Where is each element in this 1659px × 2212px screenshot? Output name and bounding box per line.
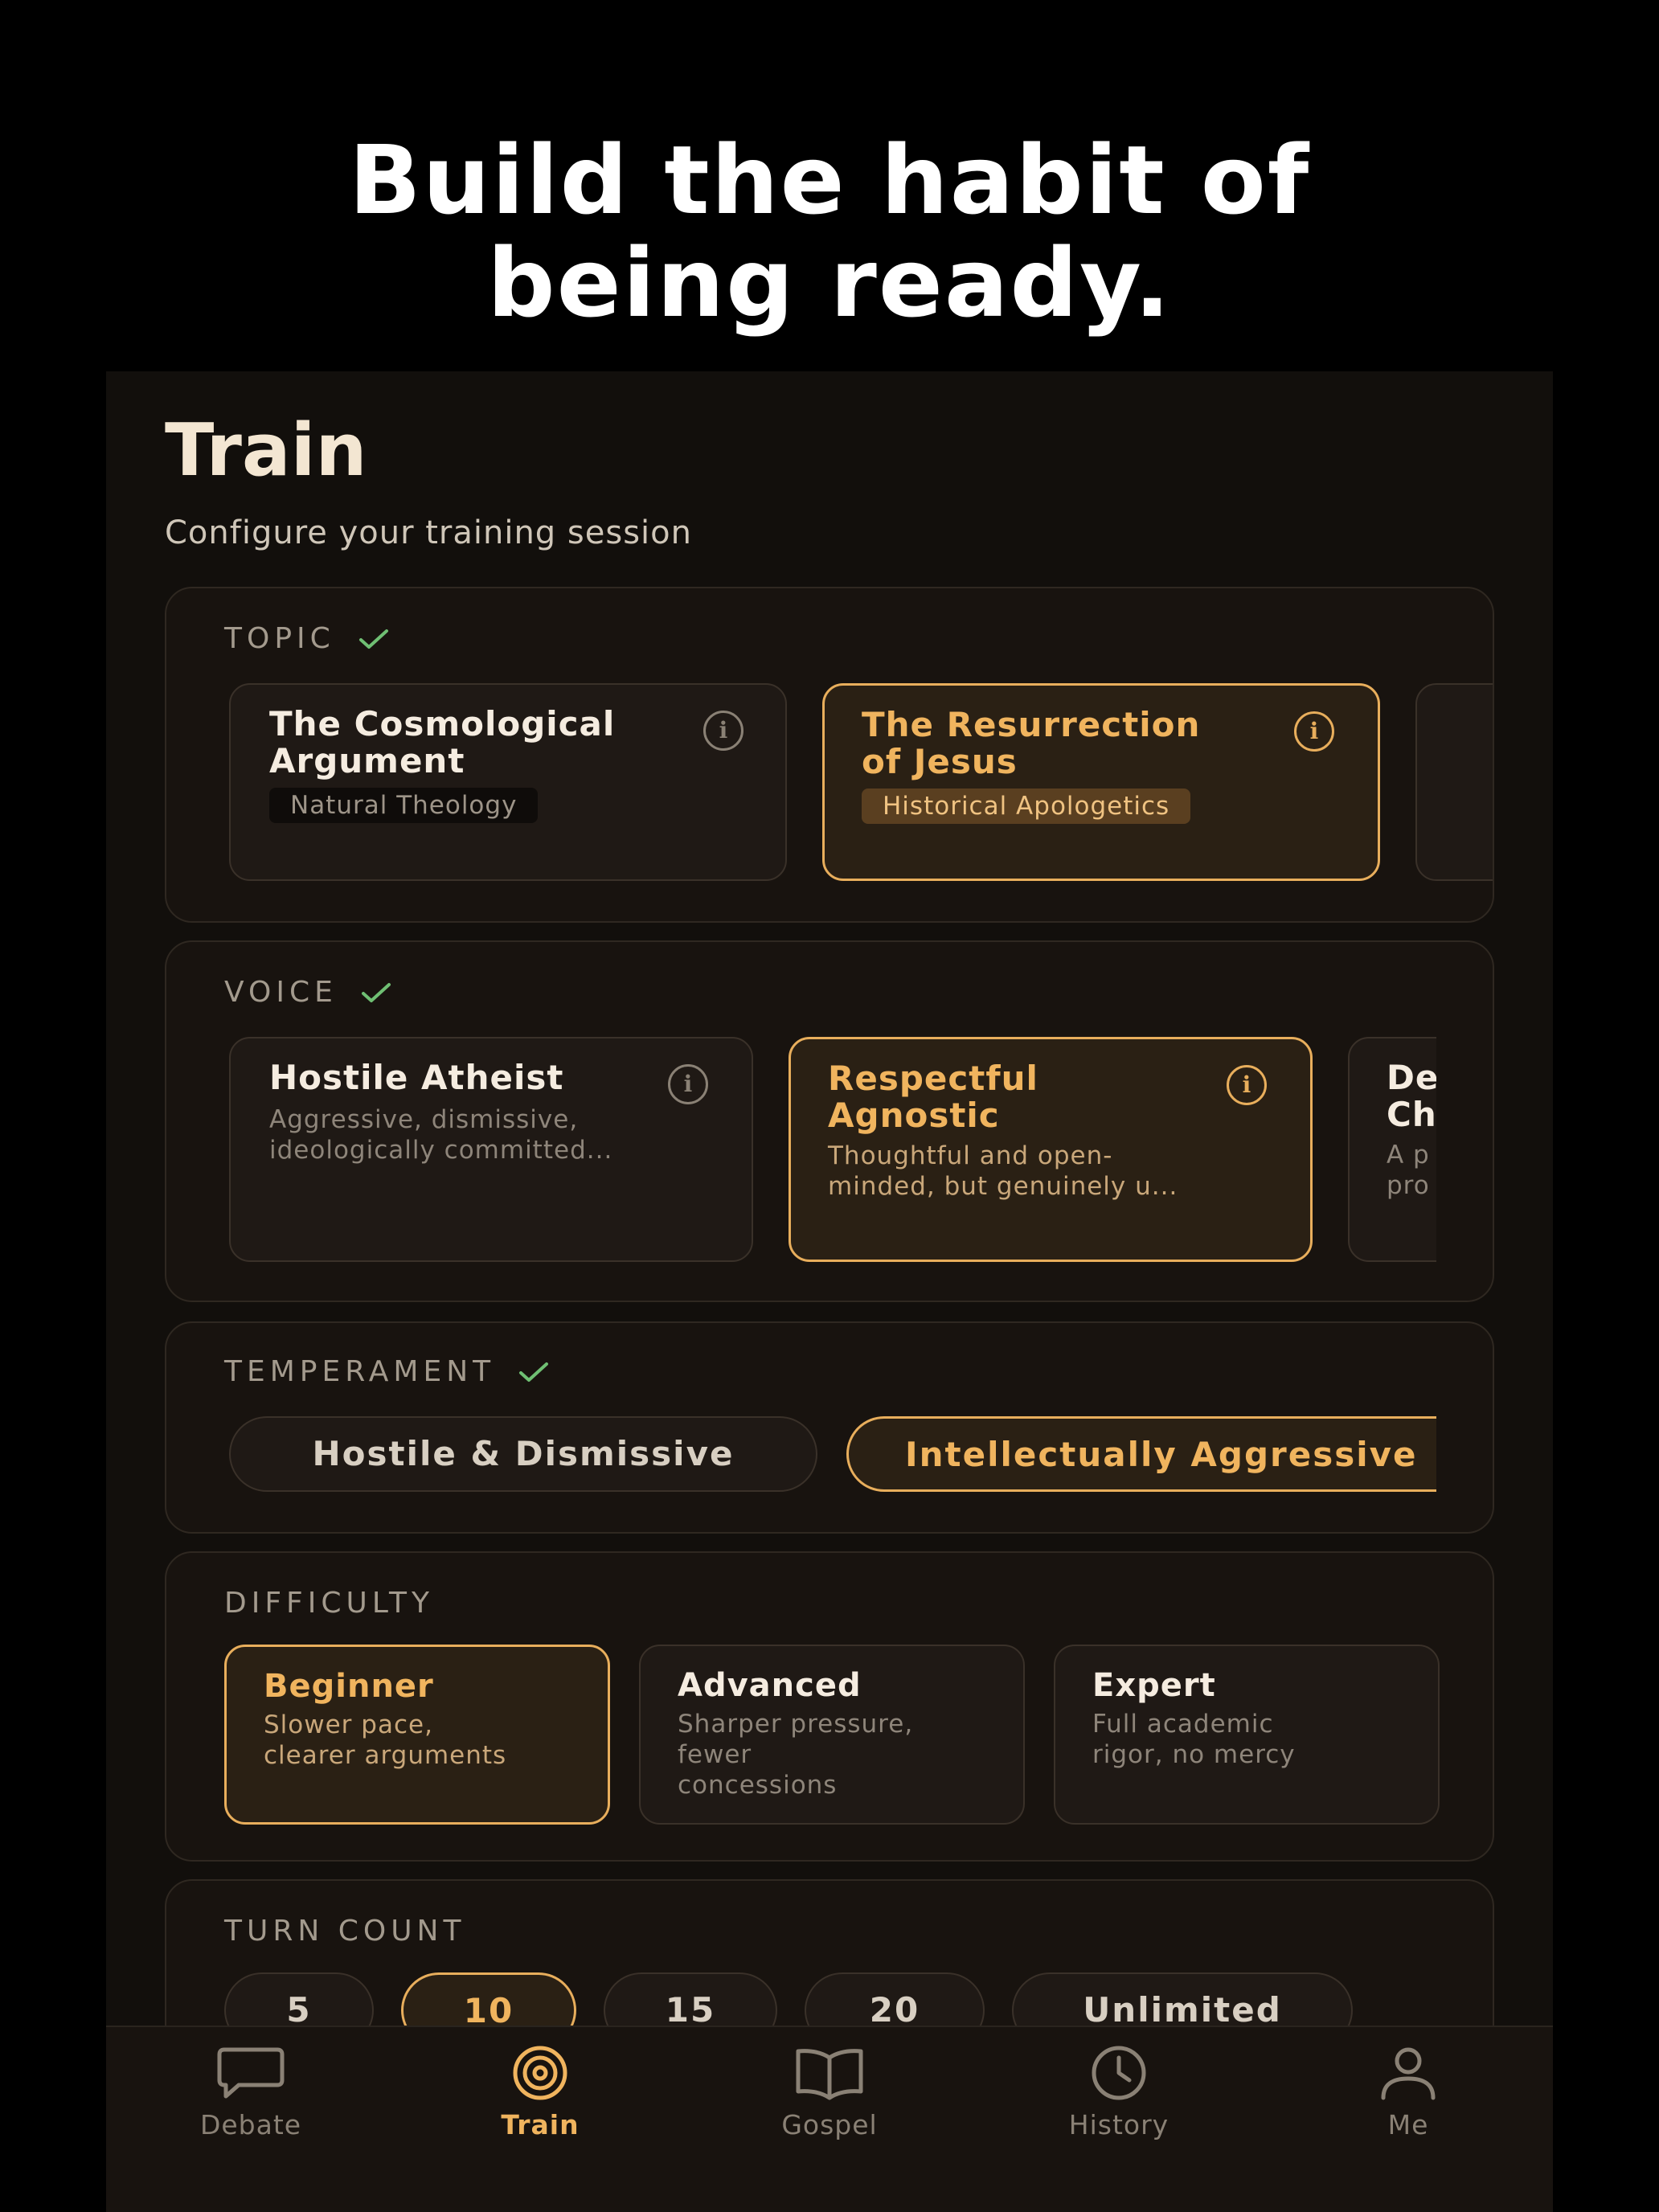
tab-label: Debate	[199, 2109, 302, 2140]
voice-label-text: VOICE	[224, 976, 338, 1009]
topic-card-title-line-1: The Cosmological	[269, 704, 616, 743]
topic-card-title-line-2: of Jesus	[862, 742, 1018, 781]
voice-card-next[interactable]: De Ch A p pro	[1348, 1037, 1436, 1262]
turn-option-unlimited[interactable]: Unlimited	[1012, 1972, 1353, 2026]
difficulty-desc-line-2: fewer	[678, 1740, 752, 1769]
app-screen: Train Configure your training session TO…	[106, 371, 1553, 2212]
voice-card-respectful-agnostic[interactable]: Respectful Agnostic i Thoughtful and ope…	[789, 1037, 1313, 1262]
voice-card-desc-line-2: pro	[1387, 1171, 1430, 1200]
tab-me[interactable]: Me	[1312, 2045, 1505, 2140]
turn-option-15[interactable]: 15	[604, 1972, 777, 2026]
temperament-label: TEMPERAMENT	[224, 1355, 550, 1388]
headline-line-2: being ready.	[487, 227, 1172, 338]
voice-card-title-line-2: Ch	[1387, 1095, 1436, 1134]
difficulty-title: Advanced	[678, 1667, 862, 1704]
topic-category-tag: Natural Theology	[269, 788, 539, 823]
turn-option-20[interactable]: 20	[805, 1972, 985, 2026]
voice-card-desc-line-1: Thoughtful and open-	[828, 1141, 1113, 1170]
page-title: Train	[165, 408, 367, 493]
voice-card-title-line-1: De	[1387, 1058, 1436, 1097]
clock-icon	[1092, 2046, 1146, 2100]
voice-card-desc-line-1: Aggressive, dismissive,	[269, 1105, 579, 1134]
tab-train[interactable]: Train	[444, 2045, 637, 2140]
difficulty-title: Expert	[1092, 1667, 1216, 1704]
topic-card-title-line-2: Argument	[269, 741, 465, 780]
voice-card-title: Hostile Atheist	[269, 1058, 564, 1097]
voice-card-desc-line-2: minded, but genuinely u...	[828, 1172, 1178, 1201]
tab-label: History	[1068, 2109, 1169, 2140]
topic-card-next[interactable]	[1415, 683, 1493, 881]
difficulty-desc-line-1: Sharper pressure,	[678, 1710, 914, 1739]
headline: Build the habit of being ready.	[0, 129, 1659, 334]
check-icon	[361, 982, 391, 1002]
voice-label: VOICE	[224, 976, 392, 1009]
difficulty-option-advanced[interactable]: Advanced Sharper pressure, fewer concess…	[639, 1645, 1025, 1825]
difficulty-option-beginner[interactable]: Beginner Slower pace, clearer arguments	[224, 1645, 610, 1825]
difficulty-desc-line-2: rigor, no mercy	[1092, 1740, 1296, 1769]
topic-label: TOPIC	[224, 622, 390, 655]
tab-label: Me	[1387, 2109, 1429, 2140]
temperament-option-intellectual[interactable]: Intellectually Aggressive	[846, 1416, 1436, 1492]
chat-bubble-icon	[217, 2047, 285, 2099]
voice-section: VOICE Hostile Atheist i Aggressive, dism…	[165, 940, 1494, 1302]
difficulty-label: DIFFICULTY	[224, 1587, 434, 1620]
topic-card-resurrection[interactable]: The Resurrection of Jesus i Historical A…	[822, 683, 1380, 881]
info-icon[interactable]: i	[1294, 711, 1334, 752]
tab-label: Gospel	[781, 2109, 878, 2140]
topic-card-cosmological[interactable]: The Cosmological Argument i Natural Theo…	[229, 683, 787, 881]
voice-card-hostile-atheist[interactable]: Hostile Atheist i Aggressive, dismissive…	[229, 1037, 753, 1262]
topic-label-text: TOPIC	[224, 622, 335, 655]
open-book-icon	[796, 2049, 863, 2100]
topic-carousel[interactable]: The Cosmological Argument i Natural Theo…	[166, 683, 1493, 884]
voice-card-desc-line-2: ideologically committed...	[269, 1136, 613, 1165]
topic-section: TOPIC The Cosmological Argument i Natura…	[165, 587, 1494, 923]
voice-card-title-line-1: Respectful	[828, 1059, 1038, 1098]
train-scroll-view[interactable]: Train Configure your training session TO…	[106, 371, 1553, 2026]
tab-label: Train	[501, 2109, 580, 2140]
difficulty-desc-line-2: clearer arguments	[264, 1741, 507, 1770]
bottom-tab-bar: Debate Train Gospel History Me	[106, 2026, 1553, 2212]
temperament-chips[interactable]: Hostile & Dismissive Intellectually Aggr…	[166, 1416, 1436, 1497]
headline-line-1: Build the habit of	[348, 125, 1311, 236]
difficulty-desc-line-1: Slower pace,	[264, 1710, 433, 1739]
temperament-section: TEMPERAMENT Hostile & Dismissive Intelle…	[165, 1321, 1494, 1534]
person-icon	[1381, 2047, 1436, 2100]
difficulty-option-expert[interactable]: Expert Full academic rigor, no mercy	[1054, 1645, 1440, 1825]
check-icon	[358, 629, 388, 649]
difficulty-title: Beginner	[264, 1668, 434, 1705]
voice-carousel[interactable]: Hostile Atheist i Aggressive, dismissive…	[166, 1037, 1436, 1265]
temperament-option-hostile[interactable]: Hostile & Dismissive	[229, 1416, 817, 1492]
page-subtitle: Configure your training session	[165, 514, 692, 551]
voice-card-title-line-2: Agnostic	[828, 1096, 1000, 1135]
difficulty-desc-line-3: concessions	[678, 1771, 838, 1800]
target-icon	[513, 2046, 567, 2100]
difficulty-desc-line-1: Full academic	[1092, 1710, 1274, 1739]
tab-gospel[interactable]: Gospel	[733, 2045, 926, 2140]
tab-debate[interactable]: Debate	[154, 2045, 347, 2140]
voice-card-desc-line-1: A p	[1387, 1141, 1430, 1169]
temperament-label-text: TEMPERAMENT	[224, 1355, 496, 1388]
check-icon	[519, 1362, 549, 1382]
info-icon[interactable]: i	[703, 711, 743, 751]
topic-card-title-line-1: The Resurrection	[862, 705, 1201, 744]
tab-history[interactable]: History	[1022, 2045, 1215, 2140]
topic-category-tag: Historical Apologetics	[862, 789, 1191, 824]
info-icon[interactable]: i	[668, 1064, 708, 1104]
turn-option-10[interactable]: 10	[401, 1972, 576, 2026]
difficulty-section: DIFFICULTY Beginner Slower pace, clearer…	[165, 1551, 1494, 1862]
turn-option-5[interactable]: 5	[224, 1972, 374, 2026]
turn-count-label: TURN COUNT	[224, 1915, 466, 1948]
turn-count-section: TURN COUNT 5 10 15 20 Unlimited	[165, 1879, 1494, 2026]
info-icon[interactable]: i	[1227, 1065, 1267, 1105]
